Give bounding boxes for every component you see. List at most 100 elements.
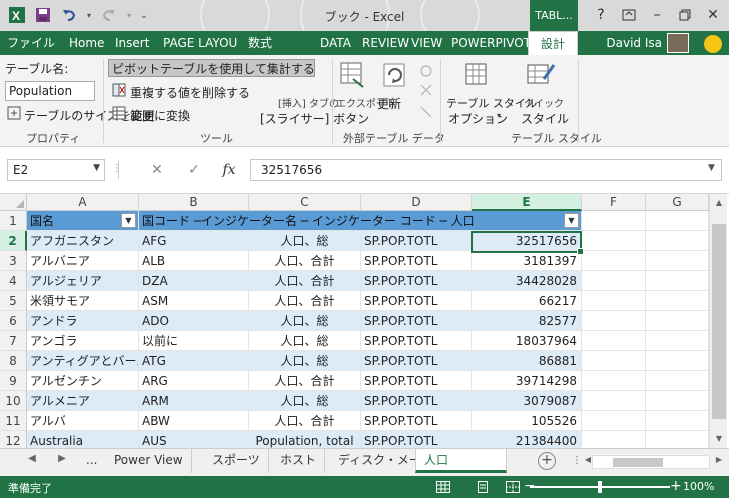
- grid-cell[interactable]: [582, 211, 646, 231]
- table-cell[interactable]: ALB: [139, 251, 249, 271]
- grid-cell[interactable]: [582, 311, 646, 331]
- grid-cell[interactable]: [582, 271, 646, 291]
- user-name[interactable]: David Isa: [606, 31, 662, 55]
- close-icon[interactable]: ✕: [701, 4, 725, 26]
- grid-cell[interactable]: [646, 271, 709, 291]
- scroll-up-icon[interactable]: ▲: [710, 196, 728, 210]
- zoom-in-icon[interactable]: +: [670, 478, 682, 494]
- table-cell[interactable]: 人口、合計: [249, 371, 361, 391]
- table-cell[interactable]: SP.POP.TOTL: [361, 311, 472, 331]
- horizontal-scrollbar[interactable]: [592, 455, 710, 469]
- table-cell[interactable]: 人口、総: [249, 331, 361, 351]
- table-cell[interactable]: SP.POP.TOTL: [361, 231, 472, 251]
- zoom-level[interactable]: 100%: [683, 480, 714, 493]
- page-layout-view-icon[interactable]: [474, 479, 492, 495]
- table-cell[interactable]: 人口、総: [249, 351, 361, 371]
- table-cell[interactable]: ARG: [139, 371, 249, 391]
- table-cell[interactable]: 人口、総: [249, 311, 361, 331]
- name-box[interactable]: E2 ▼: [7, 159, 105, 181]
- grid-cell[interactable]: [646, 411, 709, 431]
- tab-data[interactable]: DATA: [315, 31, 356, 55]
- scrollbar-thumb[interactable]: [613, 458, 663, 467]
- table-cell[interactable]: 82577: [472, 311, 582, 331]
- filter-dropdown-icon[interactable]: ▼: [121, 213, 136, 228]
- insert-slicer-line-1[interactable]: [挿入] タブの: [278, 95, 339, 110]
- grid-cell[interactable]: [582, 231, 646, 251]
- row-header[interactable]: 12: [0, 431, 27, 448]
- column-header[interactable]: B: [139, 194, 249, 211]
- table-cell[interactable]: アンゴラ: [27, 331, 139, 351]
- table-cell[interactable]: 105526: [472, 411, 582, 431]
- row-header[interactable]: 9: [0, 371, 27, 391]
- row-header[interactable]: 3: [0, 251, 27, 271]
- worksheet-grid[interactable]: A B C D E F G 1 2 3 4 5 6 7 8 9 10 11 12 国名 国コード ─インジケーター名 ─…: [0, 194, 729, 448]
- table-cell[interactable]: 34428028: [472, 271, 582, 291]
- grid-cell[interactable]: [646, 231, 709, 251]
- table-cell[interactable]: 3079087: [472, 391, 582, 411]
- table-cell[interactable]: DZA: [139, 271, 249, 291]
- column-header[interactable]: C: [249, 194, 361, 211]
- scroll-down-icon[interactable]: ▼: [710, 432, 728, 446]
- tab-home[interactable]: Home: [64, 31, 109, 55]
- tab-insert[interactable]: Insert: [110, 31, 154, 55]
- quick-styles-button[interactable]: スタイル: [521, 110, 569, 127]
- row-header[interactable]: 4: [0, 271, 27, 291]
- tab-file[interactable]: ファイル: [0, 31, 62, 55]
- tab-formulas[interactable]: 数式: [243, 31, 277, 55]
- table-cell[interactable]: 3181397: [472, 251, 582, 271]
- tab-design[interactable]: 設計: [528, 31, 578, 55]
- table-cell[interactable]: 21384400: [472, 431, 582, 448]
- sheet-tab-hosts[interactable]: ホスト: [272, 449, 326, 473]
- sheet-tab-power-view[interactable]: Power View: [106, 449, 192, 473]
- enter-icon[interactable]: ✓: [183, 160, 205, 180]
- table-cell[interactable]: ASM: [139, 291, 249, 311]
- table-cell[interactable]: アルバニア: [27, 251, 139, 271]
- page-break-view-icon[interactable]: [504, 479, 522, 495]
- grid-cell[interactable]: [646, 371, 709, 391]
- table-cell[interactable]: AUS: [139, 431, 249, 448]
- table-cell[interactable]: SP.POP.TOTL: [361, 351, 472, 371]
- zoom-slider[interactable]: [530, 481, 670, 493]
- table-cell[interactable]: SP.POP.TOTL: [361, 271, 472, 291]
- table-cell[interactable]: 以前に: [139, 331, 249, 351]
- tab-view[interactable]: VIEW: [406, 31, 447, 55]
- feedback-smiley-icon[interactable]: [704, 35, 722, 53]
- formula-input[interactable]: 32517656: [250, 159, 722, 181]
- table-cell[interactable]: SP.POP.TOTL: [361, 291, 472, 311]
- table-cell[interactable]: 86881: [472, 351, 582, 371]
- row-header[interactable]: 5: [0, 291, 27, 311]
- column-header[interactable]: G: [646, 194, 709, 211]
- table-cell[interactable]: SP.POP.TOTL: [361, 331, 472, 351]
- row-header[interactable]: 1: [0, 211, 27, 231]
- grid-cell[interactable]: [582, 331, 646, 351]
- minimize-icon[interactable]: –: [645, 4, 669, 26]
- table-cell[interactable]: 人口、合計: [249, 411, 361, 431]
- sheet-tab-sports[interactable]: スポーツ: [204, 449, 269, 473]
- grid-cell[interactable]: [646, 331, 709, 351]
- convert-to-range-button[interactable]: 範囲に変換: [130, 107, 190, 124]
- grid-cell[interactable]: [582, 371, 646, 391]
- grid-cell[interactable]: [646, 351, 709, 371]
- row-header[interactable]: 6: [0, 311, 27, 331]
- table-cell[interactable]: SP.POP.TOTL: [361, 371, 472, 391]
- column-header[interactable]: E: [472, 194, 582, 211]
- vertical-scrollbar[interactable]: ▲ ▼: [709, 194, 727, 448]
- row-header[interactable]: 2: [0, 231, 27, 251]
- table-cell[interactable]: SP.POP.TOTL: [361, 411, 472, 431]
- row-header[interactable]: 7: [0, 331, 27, 351]
- grid-cell[interactable]: [646, 211, 709, 231]
- scroll-right-icon[interactable]: ▶: [711, 455, 727, 471]
- row-header[interactable]: 11: [0, 411, 27, 431]
- ribbon-display-options-icon[interactable]: [617, 4, 641, 26]
- chevron-down-icon[interactable]: ▼: [93, 163, 100, 173]
- table-cell[interactable]: SP.POP.TOTL: [361, 391, 472, 411]
- help-icon[interactable]: ?: [589, 4, 613, 26]
- table-cell[interactable]: アンティグアとバーバ: [27, 351, 139, 371]
- sheet-tab-population[interactable]: 人口: [415, 449, 507, 473]
- table-cell[interactable]: アンドラ: [27, 311, 139, 331]
- table-cell[interactable]: アルジェリア: [27, 271, 139, 291]
- summarize-with-pivot-button[interactable]: ピボットテーブルを使用して集計する →: [108, 59, 315, 77]
- quick-styles-label[interactable]: クイック: [524, 95, 564, 110]
- tab-page-layout[interactable]: PAGE LAYOU: [158, 31, 242, 55]
- table-cell[interactable]: Population, total: [249, 431, 361, 448]
